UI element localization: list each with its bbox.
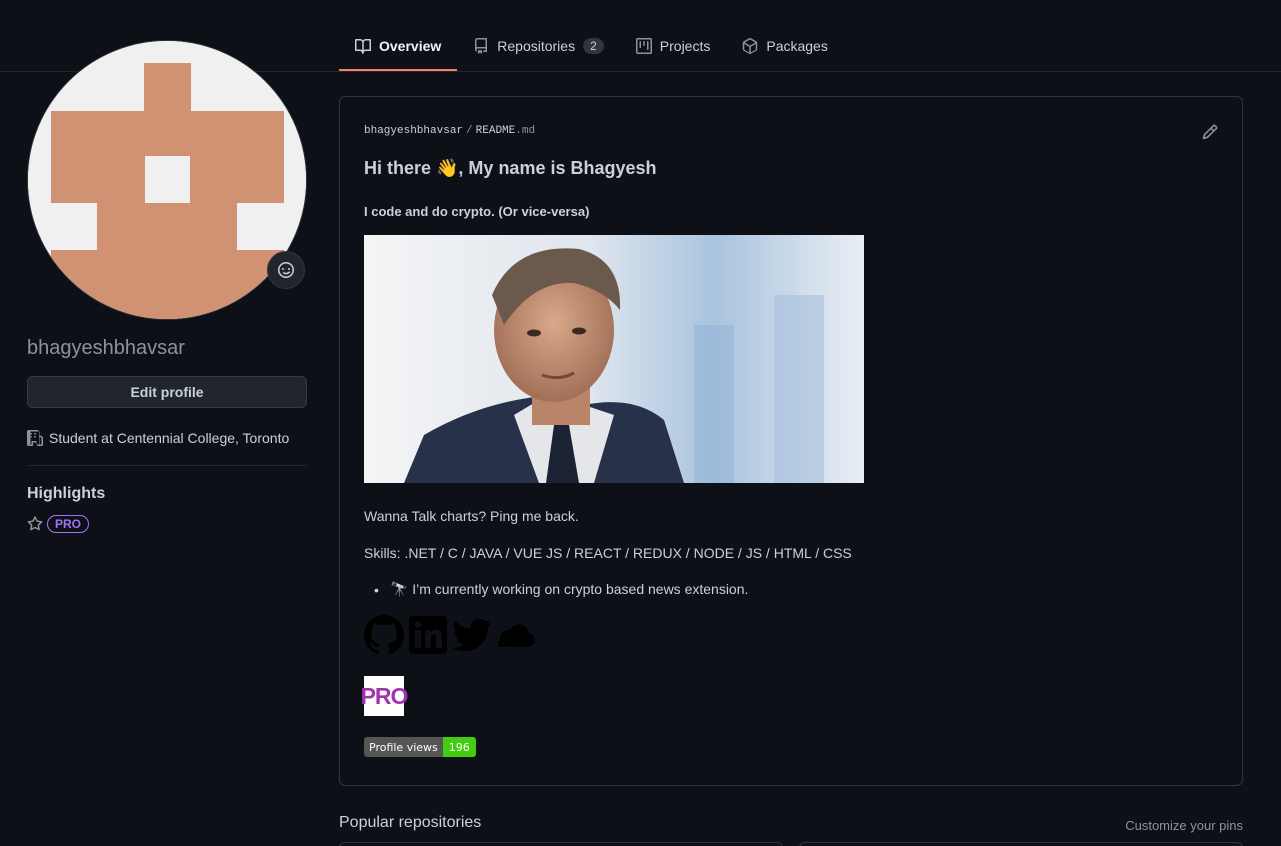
- readme-skills-text: Skills: .NET / C / JAVA / VUE JS / REACT…: [364, 545, 852, 561]
- linkedin-icon[interactable]: [408, 615, 448, 655]
- tab-repositories[interactable]: Repositories 2: [457, 22, 620, 70]
- readme-bullet-list: 🔭 I’m currently working on crypto based …: [364, 581, 748, 598]
- profile-readme: bhagyeshbhavsar / README.md Hi there 👋, My…: [339, 96, 1243, 786]
- tab-packages-label: Packages: [766, 38, 828, 54]
- repo-icon: [475, 38, 488, 54]
- sidebar-divider: [27, 465, 307, 466]
- repositories-counter: 2: [583, 38, 604, 54]
- tab-overview-label: Overview: [379, 38, 442, 54]
- github-icon[interactable]: [364, 615, 404, 655]
- profile-views-count: 196: [442, 737, 476, 757]
- edit-profile-button[interactable]: Edit profile: [27, 376, 307, 408]
- tab-projects-label: Projects: [659, 38, 711, 54]
- customize-pins-link[interactable]: Customize your pins: [1125, 818, 1243, 833]
- location-text: Student at Centennial College, Toronto: [49, 430, 290, 446]
- list-item: 🔭 I’m currently working on crypto based …: [364, 581, 748, 598]
- package-icon: [743, 38, 758, 54]
- readme-heading: Hi there 👋, My name is Bhagyesh: [364, 158, 657, 178]
- tab-repositories-label: Repositories: [497, 38, 576, 54]
- profile-username: bhagyeshbhavsar: [27, 337, 185, 359]
- profile-views-label: Profile views: [364, 737, 443, 757]
- smiley-icon: [278, 262, 294, 278]
- cloud-icon[interactable]: [496, 615, 536, 655]
- project-icon: [635, 38, 652, 54]
- tab-projects[interactable]: Projects: [620, 22, 727, 70]
- readme-owner[interactable]: bhagyeshbhavsar: [364, 125, 463, 137]
- tab-overview[interactable]: Overview: [339, 22, 458, 71]
- popular-repositories-heading: Popular repositories: [339, 814, 482, 831]
- readme-file[interactable]: README: [476, 125, 516, 137]
- path-separator: /: [466, 125, 473, 137]
- book-icon: [355, 39, 371, 54]
- readme-tagline: I code and do crypto. (Or vice-versa): [364, 204, 590, 219]
- identicon-image: [28, 41, 306, 319]
- tab-list: Overview Repositories 2 Projects Package…: [339, 22, 844, 72]
- readme-path: bhagyeshbhavsar / README.md: [364, 125, 535, 137]
- highlights-pro: PRO: [27, 515, 90, 533]
- organization-icon: [27, 430, 43, 446]
- pinned-repo-card[interactable]: [339, 842, 783, 846]
- avatar[interactable]: [27, 40, 307, 320]
- twitter-icon[interactable]: [452, 615, 492, 655]
- star-icon: [27, 516, 43, 531]
- highlights-heading: Highlights: [27, 485, 106, 502]
- readme-talk-text: Wanna Talk charts? Ping me back.: [364, 508, 579, 524]
- set-status-button[interactable]: [267, 251, 305, 289]
- social-links: [364, 615, 536, 655]
- pinned-repo-card[interactable]: [799, 842, 1243, 846]
- profile-location: Student at Centennial College, Toronto: [27, 430, 289, 446]
- tab-packages[interactable]: Packages: [726, 22, 843, 70]
- pro-image[interactable]: PRO: [361, 676, 408, 716]
- pencil-icon[interactable]: [1202, 124, 1218, 140]
- readme-gif-image: [364, 235, 864, 483]
- readme-ext: .md: [515, 125, 536, 137]
- profile-views-badge: Profile views 196: [364, 737, 476, 757]
- pro-badge[interactable]: PRO: [47, 515, 90, 533]
